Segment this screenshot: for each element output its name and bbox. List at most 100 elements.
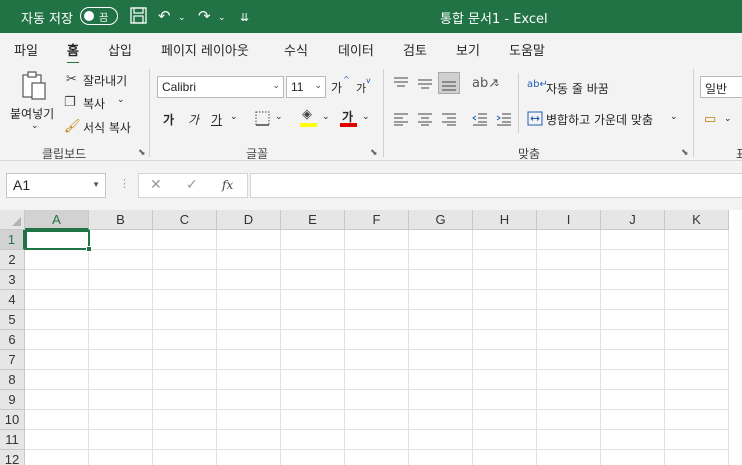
cell-b6[interactable] [89, 330, 153, 350]
tab-help[interactable]: 도움말 [509, 40, 545, 59]
cell-d2[interactable] [217, 250, 281, 270]
cell-d12[interactable] [217, 450, 281, 465]
fill-color-dropdown-icon[interactable]: ⌄ [322, 112, 330, 122]
cell-i6[interactable] [537, 330, 601, 350]
increase-indent-icon[interactable] [496, 112, 512, 129]
cell-k8[interactable] [665, 370, 729, 390]
cell-a9[interactable] [25, 390, 89, 410]
cell-a7[interactable] [25, 350, 89, 370]
column-header-a[interactable]: A [25, 210, 89, 230]
row-header-9[interactable]: 9 [0, 390, 25, 410]
cell-i8[interactable] [537, 370, 601, 390]
cell-d8[interactable] [217, 370, 281, 390]
cell-e12[interactable] [281, 450, 345, 465]
tab-file[interactable]: 파일 [14, 40, 38, 59]
cell-j7[interactable] [601, 350, 665, 370]
cell-h12[interactable] [473, 450, 537, 465]
paste-button[interactable]: 붙여넣기 ⌄ [8, 69, 60, 139]
cell-b12[interactable] [89, 450, 153, 465]
redo-icon[interactable]: ↷ [198, 7, 211, 25]
cell-b9[interactable] [89, 390, 153, 410]
underline-dropdown-icon[interactable]: ⌄ [230, 112, 238, 122]
cell-h2[interactable] [473, 250, 537, 270]
cell-c3[interactable] [153, 270, 217, 290]
resize-grip-icon[interactable]: ⋮ [119, 177, 130, 190]
cancel-icon[interactable]: ✕ [150, 177, 162, 193]
cell-a3[interactable] [25, 270, 89, 290]
save-icon[interactable] [130, 7, 147, 28]
cell-c12[interactable] [153, 450, 217, 465]
borders-dropdown-icon[interactable]: ⌄ [275, 112, 283, 122]
cell-g7[interactable] [409, 350, 473, 370]
cell-c11[interactable] [153, 430, 217, 450]
cell-h7[interactable] [473, 350, 537, 370]
column-header-i[interactable]: I [537, 210, 601, 230]
cell-h5[interactable] [473, 310, 537, 330]
row-header-10[interactable]: 10 [0, 410, 25, 430]
select-all-button[interactable] [0, 210, 25, 230]
cell-i11[interactable] [537, 430, 601, 450]
cell-f9[interactable] [345, 390, 409, 410]
fill-handle[interactable] [86, 246, 92, 252]
cell-b1[interactable] [89, 230, 153, 250]
orientation-dropdown-icon[interactable]: ⌄ [493, 79, 501, 89]
cell-i2[interactable] [537, 250, 601, 270]
cell-d6[interactable] [217, 330, 281, 350]
tab-view[interactable]: 보기 [456, 40, 480, 59]
fill-color-button[interactable]: ◈ [300, 108, 318, 128]
cell-f12[interactable] [345, 450, 409, 465]
column-header-e[interactable]: E [281, 210, 345, 230]
cell-b3[interactable] [89, 270, 153, 290]
cell-b11[interactable] [89, 430, 153, 450]
borders-icon[interactable] [255, 111, 270, 129]
merge-dropdown-icon[interactable]: ⌄ [670, 112, 678, 122]
row-header-3[interactable]: 3 [0, 270, 25, 290]
cell-b8[interactable] [89, 370, 153, 390]
alignment-launcher-icon[interactable]: ⬊ [681, 148, 689, 158]
cell-f11[interactable] [345, 430, 409, 450]
cell-k12[interactable] [665, 450, 729, 465]
decrease-indent-icon[interactable] [472, 112, 488, 129]
column-header-h[interactable]: H [473, 210, 537, 230]
cell-h1[interactable] [473, 230, 537, 250]
cell-f8[interactable] [345, 370, 409, 390]
cell-k5[interactable] [665, 310, 729, 330]
cell-c9[interactable] [153, 390, 217, 410]
cell-j5[interactable] [601, 310, 665, 330]
row-header-1[interactable]: 1 [0, 230, 25, 250]
name-box[interactable]: A1 ▼ [6, 173, 106, 198]
column-header-k[interactable]: K [665, 210, 729, 230]
cell-c5[interactable] [153, 310, 217, 330]
cell-d11[interactable] [217, 430, 281, 450]
cell-j4[interactable] [601, 290, 665, 310]
cell-h3[interactable] [473, 270, 537, 290]
cell-g5[interactable] [409, 310, 473, 330]
cell-e5[interactable] [281, 310, 345, 330]
font-color-dropdown-icon[interactable]: ⌄ [362, 112, 370, 122]
cell-i5[interactable] [537, 310, 601, 330]
column-header-g[interactable]: G [409, 210, 473, 230]
decrease-font-size-button[interactable]: 가 [356, 80, 366, 96]
paste-dropdown-icon[interactable]: ⌄ [31, 121, 39, 131]
cell-c7[interactable] [153, 350, 217, 370]
cell-f3[interactable] [345, 270, 409, 290]
align-left-icon[interactable] [393, 112, 409, 129]
cell-i10[interactable] [537, 410, 601, 430]
column-header-j[interactable]: J [601, 210, 665, 230]
cell-f6[interactable] [345, 330, 409, 350]
align-middle-icon[interactable] [417, 76, 433, 93]
cell-d5[interactable] [217, 310, 281, 330]
cell-a8[interactable] [25, 370, 89, 390]
chevron-down-icon[interactable]: ▼ [92, 180, 100, 189]
cell-a11[interactable] [25, 430, 89, 450]
cell-h9[interactable] [473, 390, 537, 410]
cell-k6[interactable] [665, 330, 729, 350]
font-color-button[interactable]: 가 [340, 108, 358, 128]
active-cell-outline[interactable] [25, 230, 92, 252]
spreadsheet-grid[interactable]: A B C D E F G H I J K 1 2 3 4 5 6 7 8 9 10 11 12 [0, 210, 742, 465]
row-header-4[interactable]: 4 [0, 290, 25, 310]
cell-c2[interactable] [153, 250, 217, 270]
copy-button[interactable]: 복사 [83, 95, 105, 112]
cell-i4[interactable] [537, 290, 601, 310]
underline-button[interactable]: 가 [211, 111, 222, 128]
